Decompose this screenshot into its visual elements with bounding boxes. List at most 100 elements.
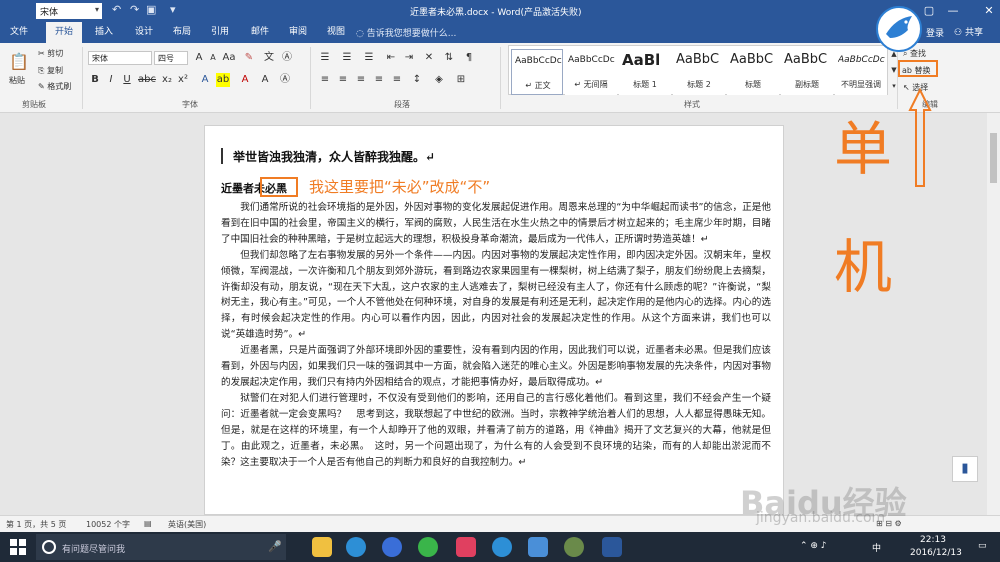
tab-mailings[interactable]: 邮件 bbox=[244, 22, 276, 43]
save-icon[interactable]: ▣ bbox=[146, 3, 156, 16]
style-heading-1[interactable]: AaBl 标题 1 bbox=[619, 49, 671, 95]
tab-home[interactable]: 开始 bbox=[46, 22, 82, 43]
sort-icon[interactable]: ⇅ bbox=[442, 51, 456, 65]
show-marks-icon[interactable]: ¶ bbox=[462, 51, 476, 65]
tab-review[interactable]: 审阅 bbox=[282, 22, 314, 43]
clipboard-icon[interactable]: 📋 bbox=[8, 51, 30, 73]
numbering-icon[interactable]: ☰ bbox=[340, 51, 354, 65]
ime-indicator[interactable]: 中 bbox=[872, 541, 881, 554]
page-count[interactable]: 第 1 页，共 5 页 bbox=[6, 519, 66, 530]
borders-icon[interactable]: ⊞ bbox=[454, 73, 468, 87]
grow-font-icon[interactable]: A bbox=[192, 51, 206, 65]
browser-icon[interactable] bbox=[564, 537, 584, 557]
language-indicator[interactable]: 英语(美国) bbox=[168, 519, 206, 530]
font-size-select[interactable]: 四号 bbox=[154, 51, 188, 65]
login-link[interactable]: 登录 bbox=[926, 26, 944, 39]
italic-icon[interactable]: I bbox=[104, 73, 118, 87]
style-name: 标题 bbox=[745, 80, 761, 89]
redo-icon[interactable]: ↷ bbox=[130, 3, 139, 16]
multilevel-list-icon[interactable]: ☰ bbox=[362, 51, 376, 65]
tab-design[interactable]: 设计 bbox=[128, 22, 160, 43]
tab-references[interactable]: 引用 bbox=[204, 22, 236, 43]
tell-me-input[interactable]: ◌ 告诉我您想要做什么... bbox=[356, 26, 456, 39]
justify-icon[interactable]: ≡ bbox=[372, 73, 386, 87]
style-normal[interactable]: AaBbCcDc ↵ 正文 bbox=[511, 49, 563, 95]
bullets-icon[interactable]: ☰ bbox=[318, 51, 332, 65]
enclose-character-icon[interactable]: Ⓐ bbox=[280, 51, 294, 65]
copy-button[interactable]: ⎘ 复制 bbox=[38, 65, 63, 76]
chinese-layout-icon[interactable]: ✕ bbox=[422, 51, 436, 65]
k-app-2-icon[interactable] bbox=[492, 537, 512, 557]
format-painter-button[interactable]: ✎ 格式刷 bbox=[38, 81, 71, 92]
strikethrough-icon[interactable]: abc bbox=[138, 73, 156, 87]
phonetic-guide-icon[interactable]: 文 bbox=[262, 51, 276, 65]
tab-file[interactable]: 文件 bbox=[0, 22, 38, 43]
style-subtle-emphasis[interactable]: AaBbCcDc 不明显强调 bbox=[835, 49, 887, 95]
shading-icon[interactable]: ◈ bbox=[432, 73, 446, 87]
tab-view[interactable]: 视图 bbox=[320, 22, 352, 43]
tab-layout[interactable]: 布局 bbox=[166, 22, 198, 43]
bold-icon[interactable]: B bbox=[88, 73, 102, 87]
k-app-icon[interactable] bbox=[382, 537, 402, 557]
group-divider bbox=[82, 47, 83, 109]
font-name-select[interactable]: 宋体 bbox=[88, 51, 152, 65]
customize-qat-icon[interactable]: ▾ bbox=[170, 3, 176, 16]
align-right-icon[interactable]: ≡ bbox=[354, 73, 368, 87]
gallery-more-icon[interactable]: ▾ bbox=[887, 79, 901, 93]
align-left-icon[interactable]: ≡ bbox=[318, 73, 332, 87]
network-app-icon[interactable] bbox=[528, 537, 548, 557]
notifications-icon[interactable]: ▭ bbox=[978, 541, 987, 551]
windows-start-icon[interactable] bbox=[10, 539, 26, 555]
subscript-icon[interactable]: x₂ bbox=[160, 73, 174, 87]
document-page[interactable]: 举世皆浊我独清，众人皆醉我独醒。↵ 近墨者未必黑 我这里要把“未必”改成“不” … bbox=[204, 125, 784, 515]
decrease-indent-icon[interactable]: ⇤ bbox=[384, 51, 398, 65]
clock-date[interactable]: 2016/12/13 bbox=[910, 548, 962, 558]
change-case-icon[interactable]: Aa bbox=[222, 51, 236, 65]
close-icon[interactable]: ✕ bbox=[978, 2, 1000, 20]
style-heading-2[interactable]: AaBbC 标题 2 bbox=[673, 49, 725, 95]
proofing-icon[interactable]: ▤ bbox=[144, 519, 152, 528]
style-title[interactable]: AaBbC 标题 bbox=[727, 49, 779, 95]
highlight-icon[interactable]: ab bbox=[216, 73, 230, 87]
underline-icon[interactable]: U bbox=[120, 73, 134, 87]
bug-app-icon[interactable] bbox=[456, 537, 476, 557]
word-count[interactable]: 10052 个字 bbox=[86, 519, 130, 530]
ribbon-options-icon[interactable]: ▢ bbox=[918, 2, 940, 20]
shrink-font-icon[interactable]: A bbox=[206, 51, 220, 65]
share-button[interactable]: ⚇ 共享 bbox=[954, 25, 983, 38]
clock-time[interactable]: 22:13 bbox=[920, 535, 946, 545]
bookmark-icon[interactable]: ▮ bbox=[952, 456, 978, 482]
style-subtitle[interactable]: AaBbC 副标题 bbox=[781, 49, 833, 95]
text-effects-icon[interactable]: A bbox=[198, 73, 212, 87]
line-spacing-icon[interactable]: ↕ bbox=[410, 73, 424, 87]
tab-insert[interactable]: 插入 bbox=[88, 22, 120, 43]
increase-indent-icon[interactable]: ⇥ bbox=[402, 51, 416, 65]
media-player-icon[interactable] bbox=[346, 537, 366, 557]
ribbon-tabs: 文件 开始 插入 设计 布局 引用 邮件 审阅 视图 ◌ 告诉我您想要做什么..… bbox=[0, 22, 1000, 43]
undo-icon[interactable]: ↶ bbox=[112, 3, 121, 16]
scrollbar-thumb[interactable] bbox=[990, 133, 997, 183]
distributed-icon[interactable]: ≡ bbox=[390, 73, 404, 87]
clear-formatting-icon[interactable]: ✎ bbox=[242, 51, 256, 65]
taskbar-search[interactable]: 有问题尽管问我 🎤 bbox=[36, 534, 286, 560]
tray-icons[interactable]: ⌃ ⊕ ♪ bbox=[800, 541, 827, 551]
superscript-icon[interactable]: x² bbox=[176, 73, 190, 87]
paste-button[interactable]: 粘贴 bbox=[9, 75, 25, 86]
green-app-icon[interactable] bbox=[418, 537, 438, 557]
character-shading-icon[interactable]: A bbox=[258, 73, 272, 87]
font-color-icon[interactable]: A bbox=[238, 73, 252, 87]
cut-button[interactable]: ✂ 剪切 bbox=[38, 48, 63, 59]
align-center-icon[interactable]: ≡ bbox=[336, 73, 350, 87]
share-label: 共享 bbox=[964, 28, 983, 38]
microphone-icon[interactable]: 🎤 bbox=[268, 540, 282, 553]
word-app-icon[interactable] bbox=[602, 537, 622, 557]
vertical-scrollbar[interactable] bbox=[987, 113, 1000, 515]
style-no-spacing[interactable]: AaBbCcDc ↵ 无间隔 bbox=[565, 49, 617, 95]
character-border-icon[interactable]: Ⓐ bbox=[278, 73, 292, 87]
style-name: 标题 1 bbox=[633, 80, 657, 89]
file-explorer-icon[interactable] bbox=[312, 537, 332, 557]
minimize-icon[interactable]: — bbox=[942, 2, 964, 20]
style-sample: AaBbCcDc bbox=[568, 55, 615, 65]
paragraph: 狱警们在对犯人们进行管理时，不仅没有受到他们的影响，还用自己的言行感化着他们。看… bbox=[221, 392, 771, 468]
quick-font-selector[interactable]: 宋体 ▾ bbox=[36, 3, 102, 19]
